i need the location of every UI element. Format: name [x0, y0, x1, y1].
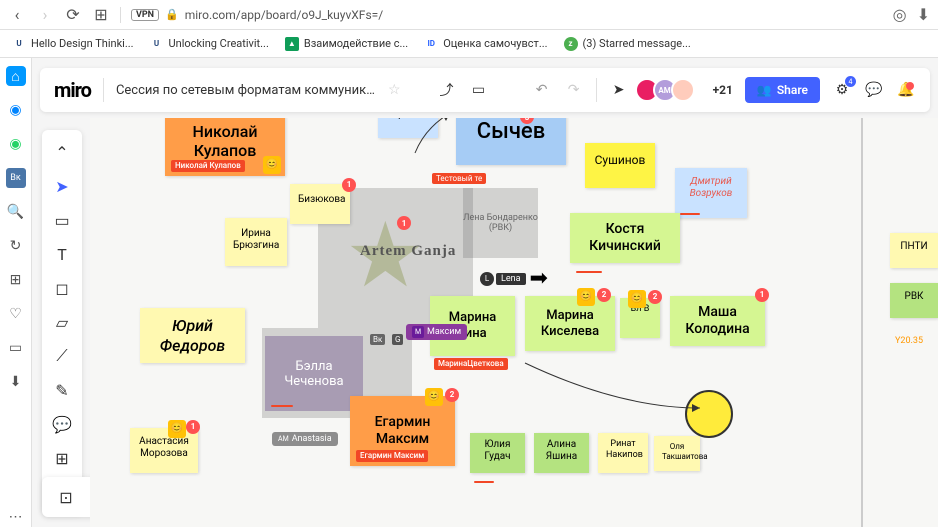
bookmark-item[interactable]: ▲Взаимодействие с...: [285, 37, 408, 51]
select-tool[interactable]: ➤: [48, 172, 76, 200]
sidebar-vk-icon[interactable]: Вк: [6, 168, 26, 188]
sticky-note[interactable]: Анастасия Морозова😊1: [130, 428, 198, 473]
bookmark-item[interactable]: z(3) Starred message...: [564, 37, 691, 51]
coord-label: Y20.35: [895, 336, 923, 346]
frame-tool[interactable]: ⊞: [48, 444, 76, 472]
sticky-note[interactable]: Юрий Федоров: [140, 308, 245, 363]
sidebar-downloads-icon[interactable]: ⬇: [6, 372, 26, 392]
sticky-note[interactable]: Бэлла Чеченова 😊: [265, 336, 363, 411]
back-button[interactable]: ‹: [8, 6, 26, 24]
connector-arrow[interactable]: [410, 118, 460, 158]
share-button[interactable]: 👥 Share: [745, 77, 820, 103]
sticky-note[interactable]: Сушинов: [585, 143, 655, 188]
export-icon[interactable]: ⤴: [437, 80, 457, 100]
sticky-note[interactable]: Николай КулаповНиколай Кулапов😊: [165, 118, 285, 176]
sidebar-notes-icon[interactable]: ▭: [6, 338, 26, 358]
browser-nav-bar: ‹ › ⟳ ⊞ VPN 🔒 miro.com/app/board/o9J_kuy…: [0, 0, 938, 30]
sticky-note[interactable]: Лена Бондаренко (РВК): [463, 188, 538, 258]
forward-button[interactable]: ›: [36, 6, 54, 24]
redo-icon[interactable]: ↷: [564, 80, 584, 100]
comments-icon[interactable]: 💬: [864, 80, 884, 100]
pen-tool[interactable]: ✎: [48, 376, 76, 404]
sidebar-history-icon[interactable]: ↻: [6, 236, 26, 256]
collaborator-avatars[interactable]: АМ: [641, 78, 695, 102]
sticky-note[interactable]: РВК: [890, 283, 938, 318]
text-label[interactable]: Artem Ganja: [360, 243, 456, 260]
bookmark-item[interactable]: IDОценка самочувст...: [424, 37, 547, 51]
url-bar[interactable]: VPN 🔒 miro.com/app/board/o9J_kuyvXFs=/: [131, 8, 383, 22]
sticky-note[interactable]: Марина Киселева😊2: [525, 296, 615, 351]
frame-icon[interactable]: ⊡: [52, 483, 80, 511]
extensions-button[interactable]: ⊞: [92, 6, 110, 24]
miro-canvas[interactable]: Николай КулаповНиколай Кулапов😊 Черников…: [90, 118, 938, 527]
cursor-icon[interactable]: ➤: [609, 80, 629, 100]
sticky-note[interactable]: Маша Колодина1: [670, 296, 765, 346]
bookmark-item[interactable]: UHello Design Thinki...: [12, 37, 134, 51]
vpn-badge: VPN: [131, 9, 159, 21]
miro-header: miro Сессия по сетевым форматам коммуник…: [40, 68, 930, 112]
sidebar-search-icon[interactable]: 🔍: [6, 202, 26, 222]
user-cursor: MМаксим: [406, 324, 467, 340]
connector-arrow[interactable]: [520, 358, 720, 428]
settings-icon[interactable]: ⚙4: [832, 80, 852, 100]
sticky-note[interactable]: Дмитрий Возруков: [675, 168, 747, 218]
camera-icon[interactable]: ◎: [893, 5, 907, 24]
lock-icon: 🔒: [165, 8, 179, 21]
os-sidebar: ⌂ ◉ ◉ Вк 🔍 ↻ ⊞ ♡ ▭ ⬇ ⋯: [0, 58, 32, 527]
undo-icon[interactable]: ↶: [532, 80, 552, 100]
sticky-note[interactable]: Егармин Максим2😊Егармин Максим: [350, 396, 455, 466]
sidebar-home-icon[interactable]: ⌂: [6, 66, 26, 86]
reload-button[interactable]: ⟳: [64, 6, 82, 24]
bookmark-item[interactable]: UUnlocking Creativit...: [150, 37, 269, 51]
user-cursor: L Lena ➡: [480, 266, 548, 291]
comment-tool[interactable]: 💬: [48, 410, 76, 438]
toolbox: ⌃ ➤ ▭ T ◻ ▱ ⟋ ✎ 💬 ⊞ ⋯: [42, 130, 82, 514]
board-title[interactable]: Сессия по сетевым форматам коммуника...: [116, 83, 376, 98]
star-icon[interactable]: ☆: [388, 82, 401, 98]
sticky-note[interactable]: Оля Такшаитова: [654, 436, 700, 471]
template-tool[interactable]: ▭: [48, 206, 76, 234]
sidebar-bookmarks-icon[interactable]: ⊞: [6, 270, 26, 290]
sticky-note[interactable]: Юлия Гудач: [470, 433, 525, 473]
collapse-tool[interactable]: ⌃: [48, 138, 76, 166]
sidebar-more-icon[interactable]: ⋯: [6, 507, 26, 527]
url-text: miro.com/app/board/o9J_kuyvXFs=/: [185, 8, 383, 22]
sticky-note[interactable]: Бизюкова1: [290, 184, 350, 224]
presentation-icon[interactable]: ▭: [469, 80, 489, 100]
user-cursor: Вк: [370, 334, 385, 345]
miro-logo[interactable]: miro: [54, 78, 91, 102]
sidebar-messenger-icon[interactable]: ◉: [6, 100, 26, 120]
shape-tool[interactable]: ▱: [48, 308, 76, 336]
sticky-note[interactable]: Костя Кичинский: [570, 213, 680, 263]
text-tool[interactable]: T: [48, 240, 76, 268]
frame-edge: [861, 118, 863, 527]
tag: Тестовый те: [432, 173, 486, 184]
sticky-note[interactable]: Вл В😊2: [620, 298, 660, 338]
bookmarks-bar: UHello Design Thinki... UUnlocking Creat…: [0, 30, 938, 58]
sticky-note[interactable]: Ринат Накипов: [598, 433, 648, 473]
sticky-note[interactable]: Сычев😊: [456, 118, 566, 165]
sidebar-whatsapp-icon[interactable]: ◉: [6, 134, 26, 154]
sidebar-heart-icon[interactable]: ♡: [6, 304, 26, 324]
sticky-note[interactable]: Алина Яшина: [534, 433, 589, 473]
download-icon[interactable]: ⬇: [917, 5, 930, 24]
user-cursor: АМAnastasia: [272, 432, 338, 446]
sticky-tool[interactable]: ◻: [48, 274, 76, 302]
line-tool[interactable]: ⟋: [48, 342, 76, 370]
notifications-icon[interactable]: 🔔: [896, 80, 916, 100]
sticky-note[interactable]: ПНТИ: [890, 233, 938, 268]
more-users-count[interactable]: +21: [713, 83, 733, 97]
user-cursor: G: [392, 334, 403, 345]
sticky-note[interactable]: Ирина Брюзгина: [225, 218, 287, 266]
